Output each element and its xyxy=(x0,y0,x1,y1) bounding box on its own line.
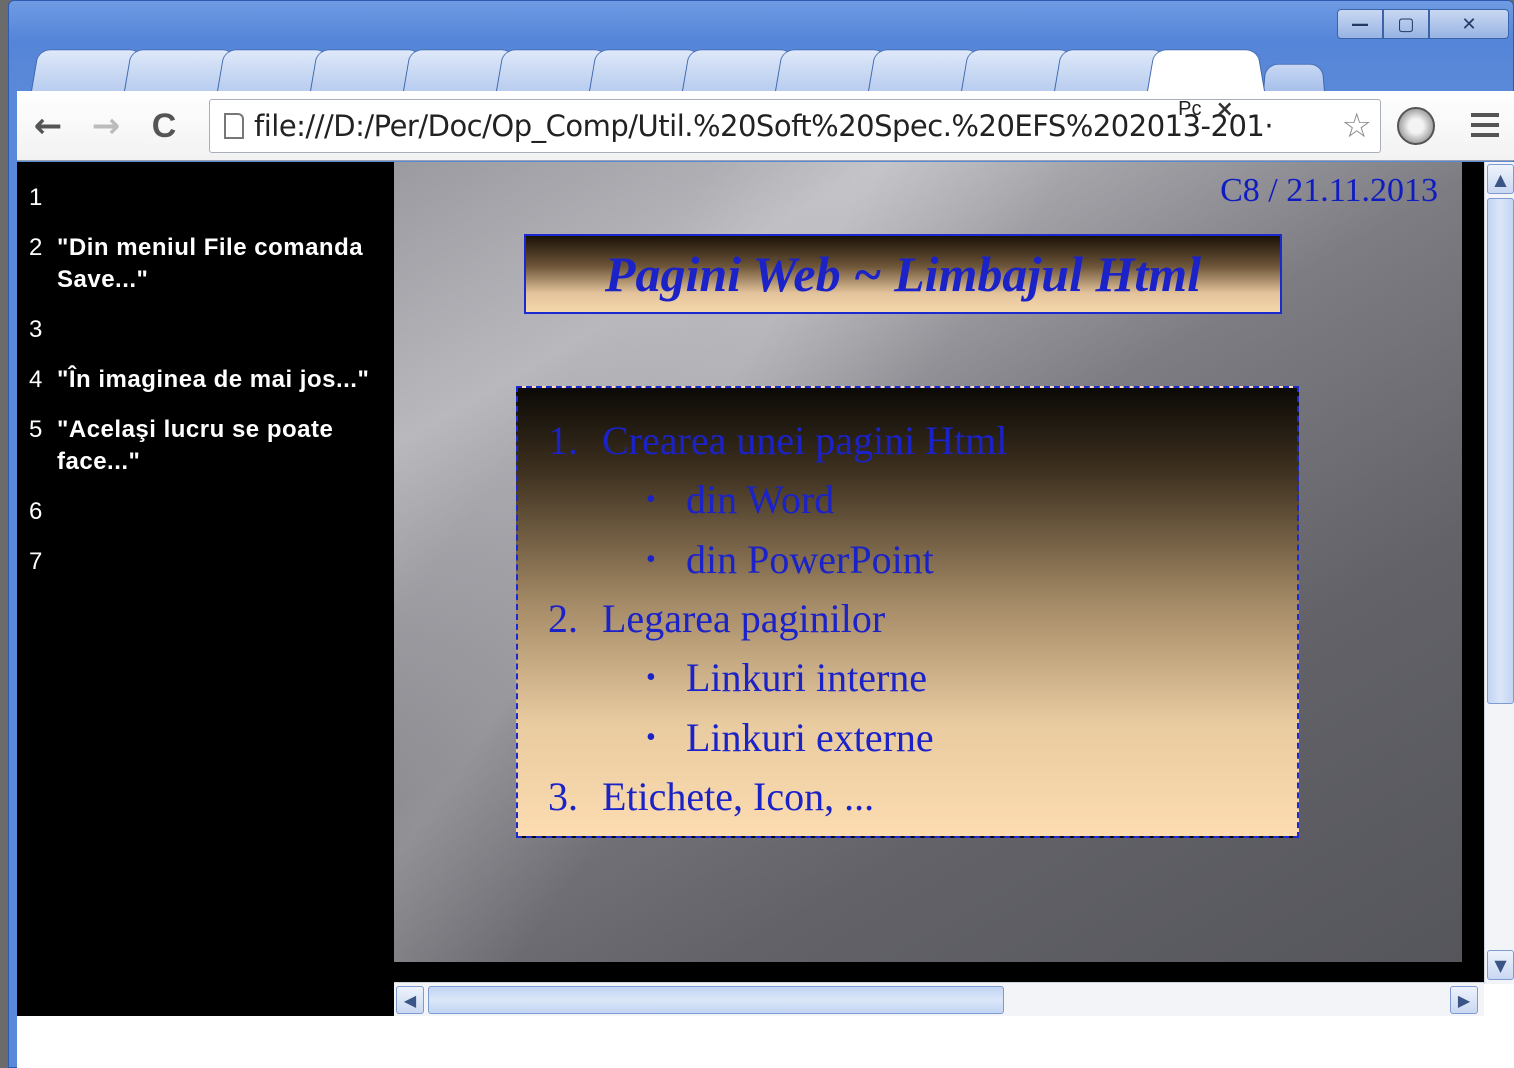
tab-close-icon[interactable]: × xyxy=(1215,97,1233,122)
sub-list-text: din PowerPoint xyxy=(686,537,934,582)
vertical-scrollbar[interactable]: ▲ ▼ xyxy=(1484,162,1514,984)
outline-item-2[interactable]: 2 "Din meniul File comanda Save..." xyxy=(17,232,394,296)
horizontal-scrollbar[interactable]: ◀ ▶ xyxy=(394,982,1484,1016)
list-number: 2. xyxy=(548,596,578,641)
scroll-down-icon[interactable]: ▼ xyxy=(1487,950,1514,980)
outline-item-3[interactable]: 3 xyxy=(17,314,394,346)
minimize-button[interactable]: — xyxy=(1337,9,1383,39)
list-number: 1. xyxy=(548,418,578,463)
outline-item-7[interactable]: 7 xyxy=(17,546,394,578)
sub-list-item: • Linkuri externe xyxy=(548,708,1267,768)
bullet-icon: • xyxy=(646,484,656,515)
tab-title: Pc xyxy=(1178,97,1202,120)
outline-item-1[interactable]: 1 xyxy=(17,182,394,214)
extension-icon[interactable] xyxy=(1397,107,1435,145)
slide-viewport: C8 / 21.11.2013 Pagini Web ~ Limbajul Ht… xyxy=(394,162,1484,982)
list-number: 3. xyxy=(548,774,578,819)
slide-date: C8 / 21.11.2013 xyxy=(1220,172,1438,209)
outline-item-5[interactable]: 5 "Acelaşi lucru se poate face..." xyxy=(17,414,394,478)
sub-list-text: din Word xyxy=(686,477,835,522)
list-item: 3. Etichete, Icon, ... xyxy=(548,768,1267,826)
vertical-scroll-thumb[interactable] xyxy=(1487,198,1514,704)
reload-button[interactable]: C xyxy=(143,105,185,147)
outline-number: 6 xyxy=(29,498,43,525)
page-icon xyxy=(224,113,244,139)
outline-pane: 1 2 "Din meniul File comanda Save..." 3 … xyxy=(17,162,394,1016)
forward-button[interactable]: → xyxy=(85,105,127,147)
scroll-right-icon[interactable]: ▶ xyxy=(1450,986,1478,1014)
outline-number: 2 xyxy=(29,234,43,261)
outline-number: 4 xyxy=(29,366,43,393)
sub-list-text: Linkuri externe xyxy=(686,715,934,760)
sub-list-item: • din Word xyxy=(548,470,1267,530)
scroll-left-icon[interactable]: ◀ xyxy=(396,986,424,1014)
list-text: Legarea paginilor xyxy=(602,596,886,641)
bullet-icon: • xyxy=(646,662,656,693)
outline-item-6[interactable]: 6 xyxy=(17,496,394,528)
outline-text: "În imaginea de mai jos..." xyxy=(57,366,370,393)
tab-strip: Y 8 8 xyxy=(31,43,1331,123)
outline-number: 7 xyxy=(29,548,43,575)
list-item: 2. Legarea paginilor xyxy=(548,590,1267,648)
window-controls: — ▢ ✕ xyxy=(1337,9,1509,39)
sub-list-text: Linkuri interne xyxy=(686,655,928,700)
new-tab-button[interactable] xyxy=(1263,63,1325,91)
page-content: 1 2 "Din meniul File comanda Save..." 3 … xyxy=(17,162,1514,1068)
slide: C8 / 21.11.2013 Pagini Web ~ Limbajul Ht… xyxy=(394,162,1462,962)
outline-number: 3 xyxy=(29,316,43,343)
list-item: 1. Crearea unei pagini Html xyxy=(548,412,1267,470)
browser-toolbar: ← → C file:///D:/Per/Doc/Op_Comp/Util.%2… xyxy=(17,91,1514,161)
back-button[interactable]: ← xyxy=(27,105,69,147)
menu-icon[interactable] xyxy=(1465,105,1505,145)
sub-list-item: • Linkuri interne xyxy=(548,648,1267,708)
outline-item-4[interactable]: 4 "În imaginea de mai jos..." xyxy=(17,364,394,396)
maximize-button[interactable]: ▢ xyxy=(1383,9,1429,39)
sub-list-item: • din PowerPoint xyxy=(548,530,1267,590)
outline-number: 5 xyxy=(29,416,43,443)
horizontal-scroll-thumb[interactable] xyxy=(428,986,1004,1014)
slide-title: Pagini Web ~ Limbajul Html xyxy=(524,234,1282,314)
bullet-icon: • xyxy=(646,722,656,753)
browser-window: — ▢ ✕ Y 8 8 xyxy=(8,0,1514,1068)
outline-text: "Din meniul File comanda Save..." xyxy=(57,234,364,293)
list-text: Etichete, Icon, ... xyxy=(602,774,875,819)
slide-content-box: 1. Crearea unei pagini Html • din Word •… xyxy=(516,386,1299,838)
scroll-up-icon[interactable]: ▲ xyxy=(1487,164,1514,194)
bullet-icon: • xyxy=(646,544,656,575)
bookmark-star-icon[interactable]: ☆ xyxy=(1342,106,1372,146)
outline-text: "Acelaşi lucru se poate face..." xyxy=(57,416,334,475)
close-window-button[interactable]: ✕ xyxy=(1429,9,1509,39)
tab-active-content[interactable]: Pc × xyxy=(1147,85,1265,133)
list-text: Crearea unei pagini Html xyxy=(602,418,1008,463)
outline-number: 1 xyxy=(29,184,43,211)
